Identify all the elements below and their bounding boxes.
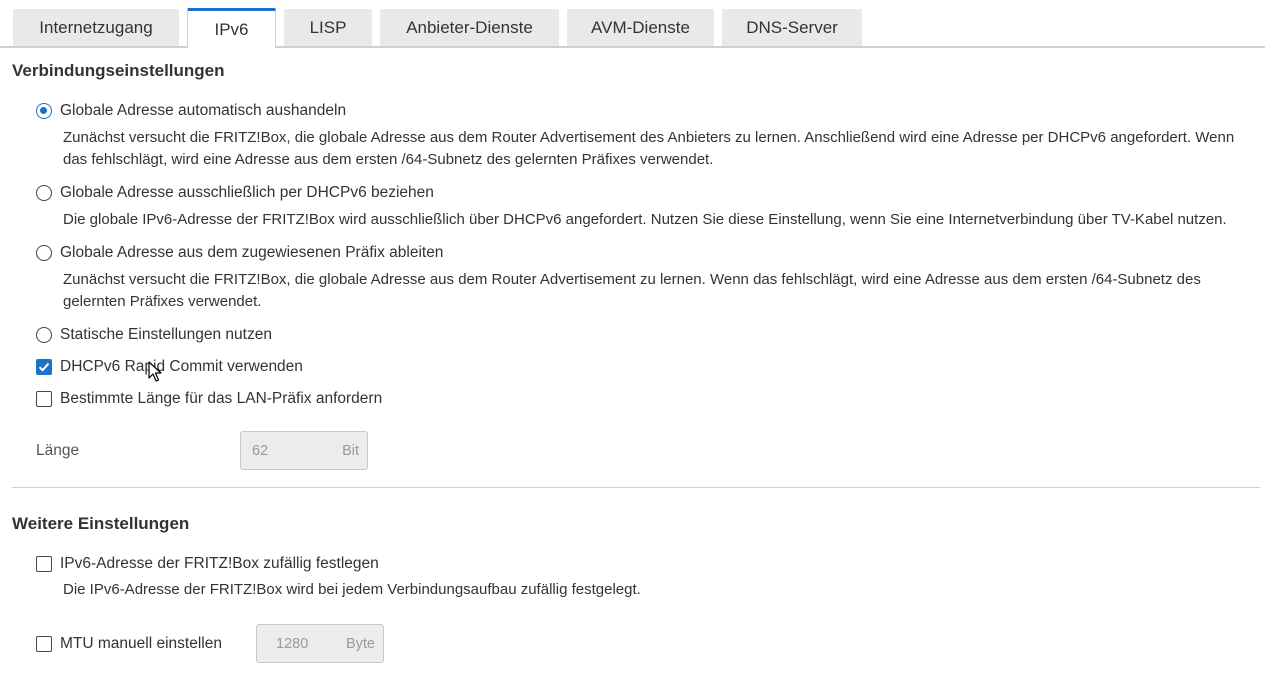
section-title-connection: Verbindungseinstellungen	[12, 61, 225, 80]
length-label: Länge	[36, 442, 80, 459]
mtu-checkbox-row[interactable]: MTU manuell einstellen	[36, 635, 222, 653]
lan-prefix-checkbox-row[interactable]: Bestimmte Länge für das LAN-Präfix anfor…	[36, 390, 382, 408]
mtu-value: 1280	[276, 635, 309, 652]
checkbox[interactable]	[36, 556, 52, 572]
option-description: Zunächst versucht die FRITZ!Box, die glo…	[63, 271, 1201, 310]
radio-button[interactable]	[36, 185, 52, 201]
radio-button[interactable]	[36, 103, 52, 119]
checkbox[interactable]	[36, 391, 52, 407]
mtu-unit: Byte	[345, 635, 375, 652]
option-description: Zunächst versucht die FRITZ!Box, die glo…	[63, 129, 1235, 168]
checkbox-label: MTU manuell einstellen	[60, 635, 222, 652]
tab-anbieter-dienste[interactable]: Anbieter-Dienste	[380, 9, 559, 46]
section-title-further: Weitere Einstellungen	[12, 514, 190, 533]
checkbox-label: Bestimmte Länge für das LAN-Präfix anfor…	[60, 390, 383, 407]
radio-button[interactable]	[36, 245, 52, 261]
length-unit: Bit	[342, 442, 359, 459]
radio-label: Globale Adresse automatisch aushandeln	[60, 102, 347, 119]
random-ipv6-checkbox-row[interactable]: IPv6-Adresse der FRITZ!Box zufällig fest…	[36, 555, 379, 573]
radio-option-dhcpv6[interactable]: Globale Adresse ausschließlich per DHCPv…	[36, 184, 434, 202]
radio-label: Globale Adresse aus dem zugewiesenen Prä…	[60, 244, 444, 261]
rapid-commit-checkbox-row[interactable]: DHCPv6 Rapid Commit verwenden	[36, 358, 303, 376]
option-description: Die globale IPv6-Adresse der FRITZ!Box w…	[63, 211, 1227, 228]
length-value: 62	[252, 442, 269, 459]
radio-label: Statische Einstellungen nutzen	[60, 326, 272, 343]
radio-button[interactable]	[36, 327, 52, 343]
checkbox[interactable]	[36, 636, 52, 652]
tab-bar: Internetzugang IPv6 LISP Anbieter-Dienst…	[0, 0, 1265, 48]
radio-option-static[interactable]: Statische Einstellungen nutzen	[36, 326, 272, 344]
radio-option-prefix[interactable]: Globale Adresse aus dem zugewiesenen Prä…	[36, 244, 443, 262]
tab-ipv6[interactable]: IPv6	[187, 8, 276, 48]
tab-lisp[interactable]: LISP	[284, 9, 372, 46]
checkbox-checked[interactable]	[36, 359, 52, 375]
checkbox-label: DHCPv6 Rapid Commit verwenden	[60, 358, 303, 375]
tab-dns-server[interactable]: DNS-Server	[722, 9, 862, 46]
length-input[interactable]: 62 Bit	[240, 431, 368, 470]
mouse-cursor-icon	[148, 361, 162, 382]
radio-label: Globale Adresse ausschließlich per DHCPv…	[60, 184, 434, 201]
checkmark-icon	[38, 362, 50, 372]
tab-internetzugang[interactable]: Internetzugang	[13, 9, 179, 46]
mtu-input[interactable]: 1280 Byte	[256, 624, 384, 663]
tab-avm-dienste[interactable]: AVM-Dienste	[567, 9, 714, 46]
option-description: Die IPv6-Adresse der FRITZ!Box wird bei …	[63, 581, 641, 598]
radio-option-auto[interactable]: Globale Adresse automatisch aushandeln	[36, 102, 346, 120]
section-divider	[12, 487, 1260, 488]
checkbox-label: IPv6-Adresse der FRITZ!Box zufällig fest…	[60, 555, 379, 572]
